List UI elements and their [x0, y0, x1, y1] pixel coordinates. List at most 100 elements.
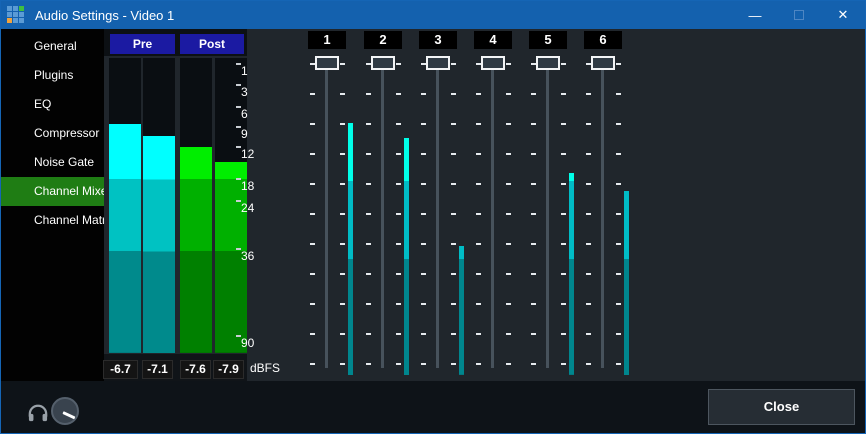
fader-tick	[561, 213, 566, 215]
fader-tick	[531, 303, 536, 305]
fader-tick	[616, 243, 621, 245]
app-logo-icon	[7, 6, 25, 24]
fader-tick	[451, 363, 456, 365]
fader-tick	[506, 363, 511, 365]
fader-tick	[586, 213, 591, 215]
sidebar-item-eq[interactable]: EQ	[1, 90, 104, 119]
pre-meter-column	[109, 58, 141, 353]
fader-tick	[366, 243, 371, 245]
fader-tick	[506, 243, 511, 245]
fader-tick	[616, 183, 621, 185]
channel-fader-track-2[interactable]	[381, 69, 384, 368]
fader-tick	[451, 243, 456, 245]
fader-tick	[506, 213, 511, 215]
fader-tick	[476, 93, 481, 95]
fader-tick	[476, 123, 481, 125]
close-window-button[interactable]: ✕	[821, 1, 865, 29]
fader-tick	[506, 93, 511, 95]
channel-fader-track-5[interactable]	[546, 69, 549, 368]
fader-tick	[476, 243, 481, 245]
fader-tick	[586, 303, 591, 305]
fader-tick	[616, 363, 621, 365]
audio-settings-window: Audio Settings - Video 1 — ✕ GeneralPlug…	[0, 0, 866, 434]
channel-fader-1[interactable]	[315, 56, 339, 70]
channel-label-5: 5	[529, 31, 567, 49]
channel-fader-track-4[interactable]	[491, 69, 494, 368]
fader-tick	[531, 93, 536, 95]
channel-fader-6[interactable]	[591, 56, 615, 70]
fader-tick	[340, 273, 345, 275]
fader-tick	[396, 273, 401, 275]
fader-tick	[616, 273, 621, 275]
fader-tick	[616, 303, 621, 305]
fader-tick	[561, 243, 566, 245]
fader-tick	[366, 183, 371, 185]
scale-label-90: 90	[241, 336, 254, 350]
fader-tick	[476, 273, 481, 275]
channel-fader-3[interactable]	[426, 56, 450, 70]
fader-tick	[561, 63, 566, 65]
fader-tick	[476, 333, 481, 335]
fader-tick	[531, 153, 536, 155]
scale-label-3: 3	[241, 85, 248, 99]
channel-meter-level-1	[348, 123, 353, 375]
channel-fader-2[interactable]	[371, 56, 395, 70]
pre-meter-level	[143, 136, 175, 353]
meter-readout-1: -6.7	[103, 360, 138, 379]
sidebar-item-channel-mixer[interactable]: Channel Mixer	[1, 177, 104, 206]
fader-tick	[421, 363, 426, 365]
fader-tick	[366, 303, 371, 305]
sidebar-item-general[interactable]: General	[1, 32, 104, 61]
fader-tick	[506, 63, 511, 65]
fader-tick	[451, 93, 456, 95]
channel-label-2: 2	[364, 31, 402, 49]
fader-tick	[506, 333, 511, 335]
channel-meter-level-2	[404, 138, 409, 375]
fader-tick	[310, 303, 315, 305]
footer-bar: Close	[1, 381, 865, 433]
channel-fader-track-1[interactable]	[325, 69, 328, 368]
fader-tick	[616, 213, 621, 215]
channel-meter-3	[459, 63, 464, 375]
channel-fader-4[interactable]	[481, 56, 505, 70]
fader-tick	[506, 183, 511, 185]
fader-tick	[531, 363, 536, 365]
fader-tick	[561, 153, 566, 155]
channel-fader-5[interactable]	[536, 56, 560, 70]
fader-tick	[396, 183, 401, 185]
minimize-button[interactable]: —	[733, 1, 777, 29]
fader-tick	[531, 333, 536, 335]
fader-tick	[310, 273, 315, 275]
fader-tick	[531, 183, 536, 185]
sidebar-item-plugins[interactable]: Plugins	[1, 61, 104, 90]
channel-label-4: 4	[474, 31, 512, 49]
sidebar-item-compressor[interactable]: Compressor	[1, 119, 104, 148]
sidebar-item-noise-gate[interactable]: Noise Gate	[1, 148, 104, 177]
fader-tick	[340, 183, 345, 185]
scale-label-36: 36	[241, 249, 254, 263]
channel-fader-track-3[interactable]	[436, 69, 439, 368]
headphones-icon[interactable]	[27, 403, 49, 428]
fader-tick	[340, 123, 345, 125]
fader-tick	[421, 243, 426, 245]
fader-tick	[476, 183, 481, 185]
headphone-volume-knob[interactable]	[51, 397, 79, 425]
channel-fader-track-6[interactable]	[601, 69, 604, 368]
fader-tick	[616, 153, 621, 155]
fader-tick	[421, 183, 426, 185]
fader-tick	[476, 303, 481, 305]
fader-tick	[561, 93, 566, 95]
fader-tick	[340, 213, 345, 215]
titlebar: Audio Settings - Video 1 — ✕	[1, 1, 865, 29]
fader-tick	[531, 273, 536, 275]
fader-tick	[506, 153, 511, 155]
fader-tick	[451, 183, 456, 185]
fader-tick	[310, 333, 315, 335]
fader-tick	[396, 333, 401, 335]
fader-tick	[340, 303, 345, 305]
close-button[interactable]: Close	[708, 389, 855, 425]
sidebar-item-channel-matrix[interactable]: Channel Matrix	[1, 206, 104, 235]
fader-tick	[340, 363, 345, 365]
fader-tick	[366, 93, 371, 95]
fader-tick	[421, 333, 426, 335]
